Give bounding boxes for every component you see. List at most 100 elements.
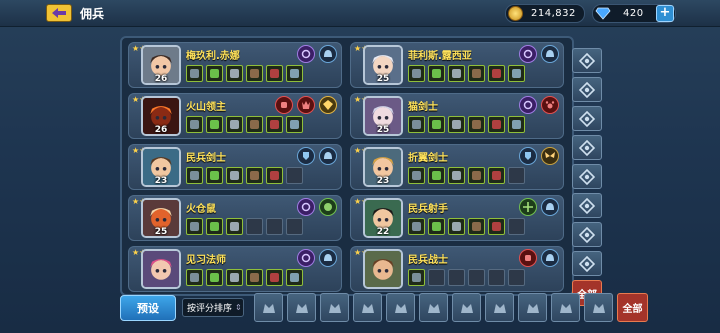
equipment-slot-filled[interactable] <box>448 167 465 184</box>
equipment-slot-filled[interactable] <box>286 269 303 286</box>
equipment-slot-filled[interactable] <box>448 65 465 82</box>
knight-race-icon[interactable] <box>518 293 547 322</box>
equipment-slot-filled[interactable] <box>286 65 303 82</box>
equipment-slot-filled[interactable] <box>186 116 203 133</box>
equipment-slot-filled[interactable] <box>428 167 445 184</box>
helmet-skill-icon[interactable] <box>319 45 337 63</box>
shield-man-skill-icon[interactable] <box>297 147 315 165</box>
fist-skill-icon[interactable] <box>275 96 293 114</box>
swirl-skill-icon[interactable] <box>297 45 315 63</box>
helmet-skill-icon[interactable] <box>319 249 337 267</box>
equipment-slot-filled[interactable] <box>468 116 485 133</box>
equipment-slot-filled[interactable] <box>508 116 525 133</box>
equipment-slot-filled[interactable] <box>428 218 445 235</box>
apprentice-mage-portrait[interactable] <box>141 249 181 289</box>
equipment-slot-filled[interactable] <box>246 116 263 133</box>
horned-race-icon[interactable] <box>287 293 316 322</box>
beast-skill-icon[interactable] <box>319 198 337 216</box>
equipment-slot-empty[interactable] <box>508 218 525 235</box>
equipment-slot-filled[interactable] <box>408 218 425 235</box>
mercenary-card[interactable]: ★★ 25 猫剑士 <box>350 93 564 139</box>
cross-class-icon[interactable] <box>572 77 602 102</box>
mercenary-card[interactable]: ★★ 26 梅玖利.赤娜 <box>128 42 342 88</box>
golem-race-icon[interactable] <box>419 293 448 322</box>
equipment-slot-filled[interactable] <box>488 218 505 235</box>
equipment-slot-empty[interactable] <box>508 167 525 184</box>
mercenary-card[interactable]: ★★ 25 菲利斯.露西亚 <box>350 42 564 88</box>
mercenary-card[interactable]: ★★ 23 折翼剑士 <box>350 144 564 190</box>
equipment-slot-empty[interactable] <box>468 269 485 286</box>
equipment-slot-empty[interactable] <box>286 167 303 184</box>
mercenary-card[interactable]: ★★ 23 民兵剑士 <box>128 144 342 190</box>
equipment-slot-filled[interactable] <box>468 167 485 184</box>
equipment-slot-filled[interactable] <box>186 218 203 235</box>
mercenary-list[interactable]: ★★ 26 梅玖利.赤娜 ★★ 25 菲利斯.露西亚 ★★★ 26 火山领主 ★★ 25 猫剑… <box>120 36 574 296</box>
arrow-class-icon[interactable] <box>572 106 602 131</box>
paw-skill-icon[interactable] <box>541 96 559 114</box>
equipment-slot-filled[interactable] <box>226 218 243 235</box>
equipment-slot-filled[interactable] <box>408 167 425 184</box>
armor-race-icon[interactable] <box>551 293 580 322</box>
back-button[interactable] <box>46 4 72 22</box>
militia-warrior-portrait[interactable] <box>363 249 403 289</box>
equipment-slot-filled[interactable] <box>468 65 485 82</box>
equipment-slot-filled[interactable] <box>408 116 425 133</box>
equipment-slot-filled[interactable] <box>488 65 505 82</box>
spiral-class-icon[interactable] <box>572 48 602 73</box>
tower-class-icon[interactable] <box>572 222 602 247</box>
swirl-skill-icon[interactable] <box>297 198 315 216</box>
equipment-slot-filled[interactable] <box>206 269 223 286</box>
mercenary-card[interactable]: ★★ 见习法师 <box>128 246 342 292</box>
equipment-slot-empty[interactable] <box>266 218 283 235</box>
equipment-slot-filled[interactable] <box>266 269 283 286</box>
star-class-icon[interactable] <box>572 135 602 160</box>
swirl-skill-icon[interactable] <box>519 45 537 63</box>
equipment-slot-filled[interactable] <box>206 167 223 184</box>
sort-dropdown[interactable]: 按评分排序 ⇕ <box>182 298 244 317</box>
equipment-slot-empty[interactable] <box>488 269 505 286</box>
helmet-skill-icon[interactable] <box>541 249 559 267</box>
swirl-skill-icon[interactable] <box>297 249 315 267</box>
equipment-slot-filled[interactable] <box>186 269 203 286</box>
equipment-slot-filled[interactable] <box>448 116 465 133</box>
equipment-slot-filled[interactable] <box>488 116 505 133</box>
mercenary-card[interactable]: ★★ 22 民兵射手 <box>350 195 564 241</box>
equipment-slot-filled[interactable] <box>468 218 485 235</box>
wolf-race-icon[interactable] <box>485 293 514 322</box>
race-filter-all-button[interactable]: 全部 <box>617 293 648 322</box>
equipment-slot-filled[interactable] <box>266 65 283 82</box>
equipment-slot-filled[interactable] <box>226 167 243 184</box>
equipment-slot-filled[interactable] <box>408 269 425 286</box>
equipment-slot-filled[interactable] <box>206 65 223 82</box>
equipment-slot-empty[interactable] <box>246 218 263 235</box>
hammer-class-icon[interactable] <box>572 251 602 276</box>
helmet-skill-icon[interactable] <box>541 45 559 63</box>
preset-button[interactable]: 预设 <box>120 295 176 321</box>
equipment-slot-filled[interactable] <box>286 116 303 133</box>
equipment-slot-filled[interactable] <box>186 65 203 82</box>
shield-class-icon[interactable] <box>572 164 602 189</box>
demon-skill-icon[interactable] <box>297 96 315 114</box>
helm-race-icon[interactable] <box>584 293 613 322</box>
bow-class-icon[interactable] <box>572 193 602 218</box>
equipment-slot-filled[interactable] <box>226 65 243 82</box>
equipment-slot-filled[interactable] <box>206 116 223 133</box>
equipment-slot-filled[interactable] <box>246 167 263 184</box>
add-gems-button[interactable]: + <box>656 5 674 22</box>
equipment-slot-empty[interactable] <box>448 269 465 286</box>
dragon-race-icon[interactable] <box>386 293 415 322</box>
equipment-slot-empty[interactable] <box>508 269 525 286</box>
mercenary-card[interactable]: ★★ 25 火仓鼠 <box>128 195 342 241</box>
equipment-slot-filled[interactable] <box>488 167 505 184</box>
equipment-slot-filled[interactable] <box>266 116 283 133</box>
crossbow-skill-icon[interactable] <box>519 198 537 216</box>
skull-race-icon[interactable] <box>320 293 349 322</box>
equipment-slot-empty[interactable] <box>428 269 445 286</box>
equipment-slot-filled[interactable] <box>428 65 445 82</box>
mercenary-card[interactable]: ★★ 民兵战士 <box>350 246 564 292</box>
fist-skill-icon[interactable] <box>519 249 537 267</box>
helmet-skill-icon[interactable] <box>319 147 337 165</box>
equipment-slot-filled[interactable] <box>266 167 283 184</box>
swirl-skill-icon[interactable] <box>519 96 537 114</box>
equipment-slot-filled[interactable] <box>508 65 525 82</box>
